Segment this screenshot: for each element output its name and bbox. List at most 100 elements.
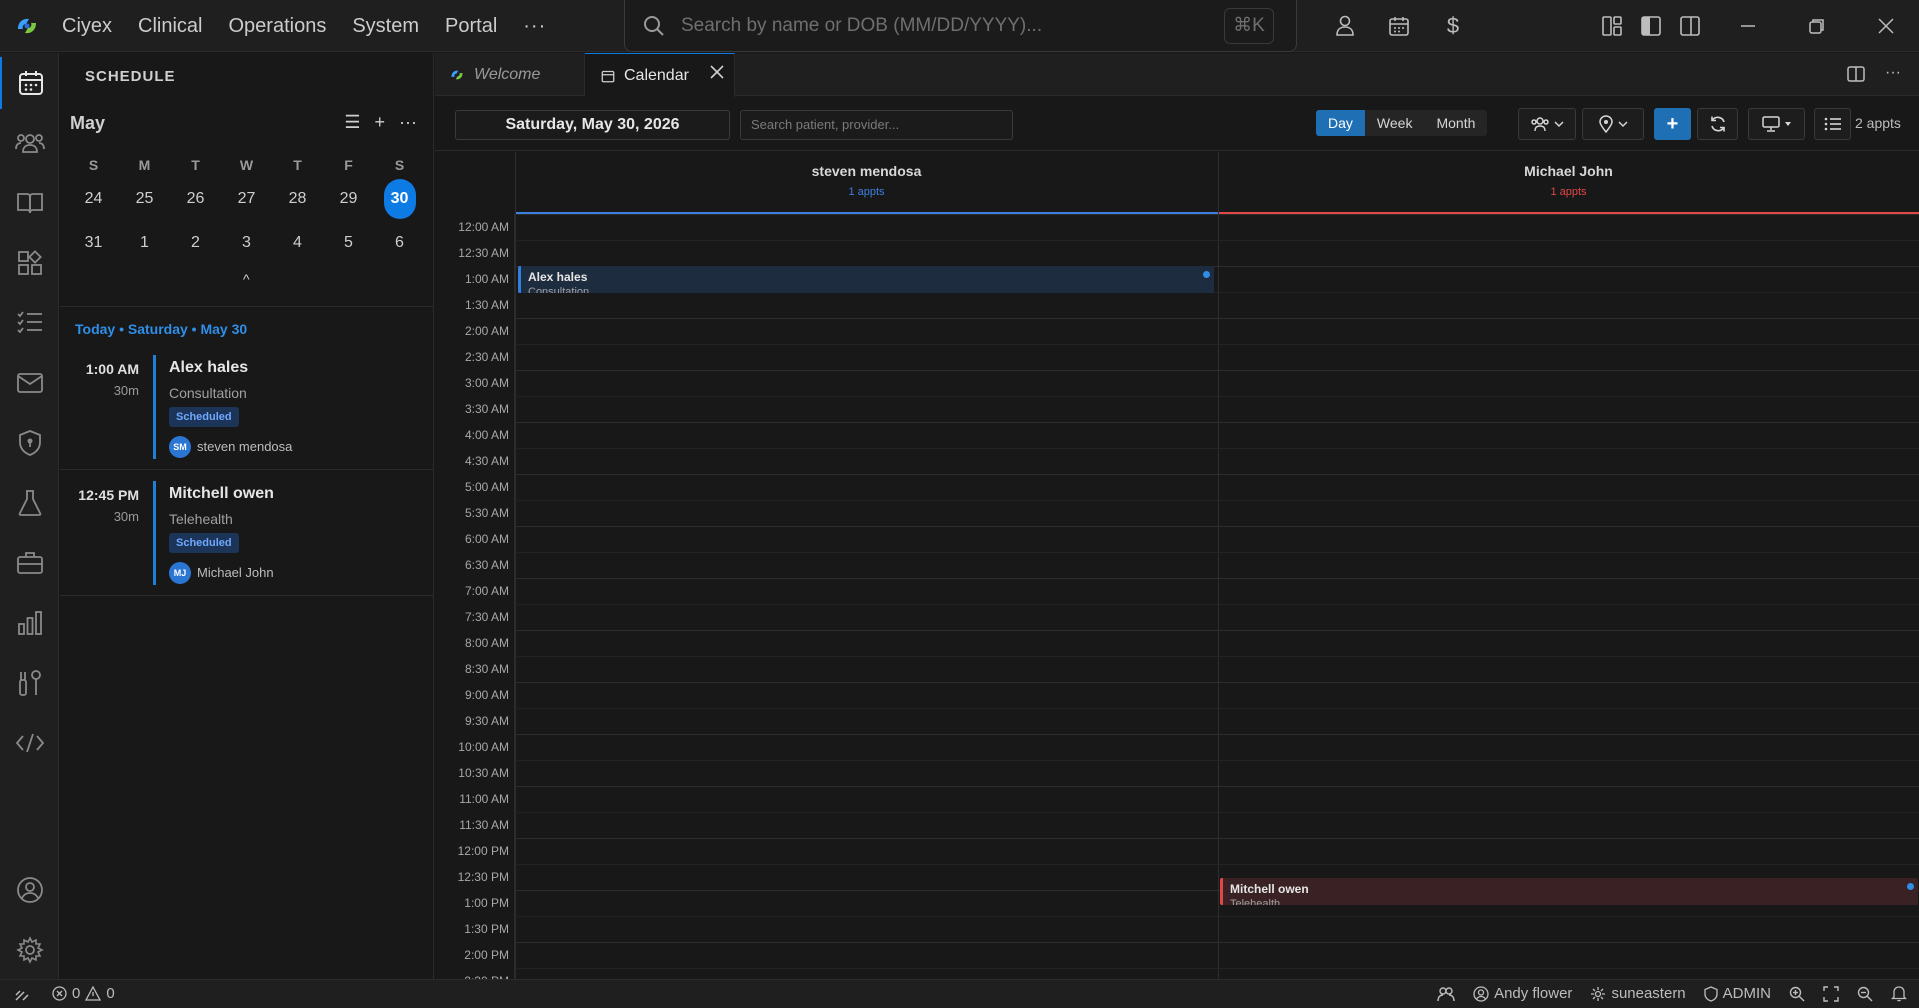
appointment-event[interactable]: Mitchell owen Telehealth — [1220, 878, 1918, 905]
date-picker-button[interactable]: Saturday, May 30, 2026 — [455, 110, 730, 140]
current-org[interactable]: suneastern — [1590, 985, 1686, 1002]
global-search-input[interactable]: Search by name or DOB (MM/DD/YYYY)... ⌘K — [624, 0, 1297, 52]
appointment-event[interactable]: Alex hales Consultation — [518, 266, 1214, 293]
current-user[interactable]: Andy flower — [1473, 985, 1572, 1002]
provider-filter-button[interactable] — [1518, 108, 1576, 140]
code-icon[interactable] — [0, 717, 59, 769]
event-patient: Alex hales — [528, 270, 588, 284]
add-icon[interactable]: + — [375, 112, 386, 133]
tab-welcome[interactable]: Welcome — [435, 53, 585, 96]
shield-icon[interactable] — [0, 417, 59, 469]
menu-clinical[interactable]: Clinical — [125, 0, 215, 52]
close-tab-icon[interactable] — [710, 65, 724, 79]
schedule-sidebar: SCHEDULE May ☰ + ··· S M T W T F S 24 25… — [60, 53, 434, 979]
appointment-accent-bar — [153, 481, 156, 585]
tab-calendar[interactable]: Calendar — [585, 53, 735, 97]
view-month-button[interactable]: Month — [1424, 110, 1487, 136]
sidebar-left-icon[interactable] — [1638, 13, 1664, 39]
appointment-list-item[interactable]: 1:00 AM 30m Alex hales Consultation Sche… — [60, 353, 434, 471]
remote-icon[interactable] — [14, 986, 30, 1002]
calendar-icon[interactable] — [1386, 13, 1412, 39]
menu-operations[interactable]: Operations — [215, 0, 339, 52]
location-filter-button[interactable] — [1582, 108, 1644, 140]
calendar-day[interactable]: 31 — [68, 234, 119, 252]
refresh-button[interactable] — [1697, 108, 1738, 140]
tools-icon[interactable] — [0, 657, 59, 709]
restore-icon[interactable] — [1804, 13, 1830, 39]
avatar: SM — [169, 436, 191, 458]
layout-icon[interactable] — [1599, 13, 1625, 39]
calendar-icon[interactable] — [0, 57, 59, 109]
settings-icon[interactable] — [0, 924, 59, 976]
current-role[interactable]: ADMIN — [1704, 985, 1771, 1002]
calendar-day[interactable]: 4 — [272, 234, 323, 252]
task-list-icon[interactable] — [0, 297, 59, 349]
account-icon[interactable] — [0, 864, 59, 916]
mail-icon[interactable] — [0, 357, 59, 409]
user-icon[interactable] — [1332, 13, 1358, 39]
view-day-button[interactable]: Day — [1316, 110, 1365, 136]
briefcase-icon[interactable] — [0, 537, 59, 589]
calendar-day[interactable]: 1 — [119, 234, 170, 252]
book-icon[interactable] — [0, 177, 59, 229]
reports-chart-icon[interactable] — [0, 597, 59, 649]
patients-icon[interactable] — [0, 117, 59, 169]
calendar-day[interactable]: 2 — [170, 234, 221, 252]
fullscreen-icon[interactable] — [1823, 985, 1839, 1002]
calendar-day[interactable]: 25 — [119, 190, 170, 208]
calendar-day[interactable]: 3 — [221, 234, 272, 252]
notifications-bell-icon[interactable] — [1891, 985, 1907, 1002]
calendar-day[interactable]: 5 — [323, 234, 374, 252]
appointment-time: 1:00 AM — [85, 361, 139, 377]
provider-column-header[interactable]: Michael John 1 appts — [1218, 152, 1919, 214]
more-icon[interactable]: ··· — [1885, 65, 1901, 83]
more-icon[interactable]: ··· — [399, 112, 417, 133]
menu-app-name[interactable]: Ciyex — [62, 0, 125, 52]
dollar-icon[interactable]: $ — [1440, 13, 1466, 39]
appointment-list-item[interactable]: 12:45 PM 30m Mitchell owen Telehealth Sc… — [60, 479, 434, 597]
widgets-icon[interactable] — [0, 237, 59, 289]
collapse-calendar-button[interactable]: ^ — [243, 271, 250, 287]
list-menu-icon[interactable]: ☰ — [344, 112, 360, 133]
org-icon — [1590, 986, 1606, 1002]
sidebar-title: SCHEDULE — [85, 68, 176, 85]
calendar-day[interactable]: 27 — [221, 190, 272, 208]
zoom-in-icon[interactable] — [1789, 986, 1805, 1002]
team-icon[interactable] — [1437, 986, 1455, 1002]
split-editor-icon[interactable] — [1847, 65, 1865, 83]
calendar-day[interactable]: 24 — [68, 190, 119, 208]
calendar-day[interactable]: 29 — [323, 190, 374, 208]
time-grid-line — [515, 942, 1919, 943]
display-options-button[interactable] — [1748, 108, 1805, 140]
add-appointment-button[interactable]: + — [1654, 108, 1691, 140]
time-label: 1:00 AM — [464, 272, 509, 286]
weekday-label: M — [138, 157, 151, 173]
time-gutter: 12:00 AM 12:30 AM 1:00 AM 1:30 AM 2:00 AM 2:3… — [435, 214, 515, 979]
time-label: 2:00 AM — [464, 324, 509, 338]
appointment-provider: steven mendosa — [197, 439, 293, 454]
calendar-day[interactable]: 6 — [374, 234, 425, 252]
time-grid-line — [515, 760, 1919, 761]
time-grid-line — [515, 786, 1919, 787]
lab-flask-icon[interactable] — [0, 477, 59, 529]
today-label: Today • Saturday • May 30 — [75, 321, 248, 337]
calendar-week: 24 25 26 27 28 29 30 — [68, 177, 426, 221]
menu-system[interactable]: System — [339, 0, 432, 52]
minimize-icon[interactable] — [1735, 13, 1761, 39]
menu-more-button[interactable]: ··· — [510, 0, 559, 52]
calendar-day[interactable]: 28 — [272, 190, 323, 208]
time-label: 3:30 AM — [464, 402, 509, 416]
problems-indicator[interactable]: 0 0 — [52, 985, 115, 1002]
provider-name: steven mendosa — [811, 163, 922, 179]
list-view-button[interactable] — [1814, 108, 1851, 140]
provider-column-header[interactable]: steven mendosa 1 appts — [515, 152, 1218, 214]
zoom-out-icon[interactable] — [1857, 986, 1873, 1002]
calendar-day[interactable]: 26 — [170, 190, 221, 208]
calendar-search-input[interactable]: Search patient, provider... — [740, 110, 1013, 140]
time-grid-line — [515, 812, 1919, 813]
view-week-button[interactable]: Week — [1365, 110, 1425, 136]
menu-portal[interactable]: Portal — [432, 0, 510, 52]
calendar-day-selected[interactable]: 30 — [374, 179, 425, 219]
close-icon[interactable] — [1873, 13, 1899, 39]
sidebar-right-icon[interactable] — [1677, 13, 1703, 39]
